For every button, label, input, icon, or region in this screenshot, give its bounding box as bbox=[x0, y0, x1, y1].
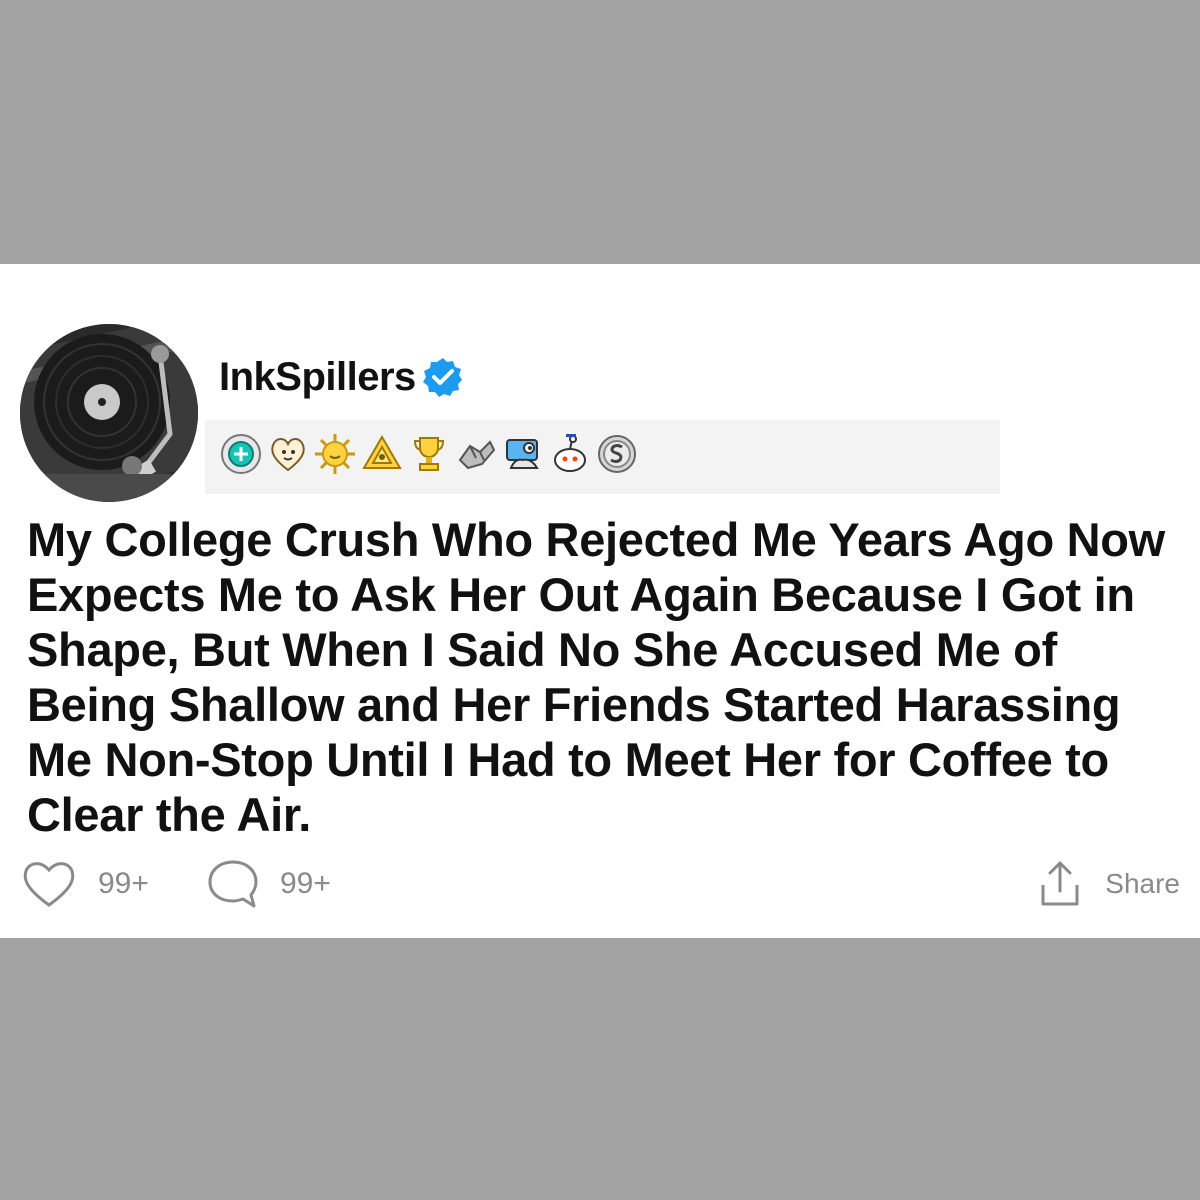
like-count: 99+ bbox=[98, 867, 149, 900]
trophy-award-icon[interactable] bbox=[407, 432, 451, 476]
heart-icon bbox=[23, 862, 75, 907]
post-card: InkSpillers My College Crush Who Rejecte… bbox=[0, 264, 1200, 938]
awards-list bbox=[219, 432, 639, 476]
username[interactable]: InkSpillers bbox=[219, 355, 416, 400]
share-icon bbox=[1041, 861, 1079, 906]
respect-award-icon[interactable] bbox=[454, 432, 498, 476]
avatar[interactable] bbox=[20, 324, 198, 502]
awards-strip bbox=[205, 420, 1000, 494]
share-label: Share bbox=[1105, 868, 1180, 899]
helpful-award-icon[interactable] bbox=[219, 432, 263, 476]
pigeon-award-icon[interactable] bbox=[501, 432, 545, 476]
username-row: InkSpillers bbox=[219, 352, 464, 402]
comment-bubble-icon bbox=[208, 860, 258, 908]
snoo-award-icon[interactable] bbox=[548, 432, 592, 476]
sun-award-icon[interactable] bbox=[313, 432, 357, 476]
verified-badge-icon bbox=[422, 356, 464, 398]
share-button[interactable]: Share bbox=[1037, 856, 1180, 912]
silver-coin-award-icon[interactable] bbox=[595, 432, 639, 476]
action-bar: 99+ 99+ Share bbox=[20, 856, 1180, 912]
wholesome-heart-award-icon[interactable] bbox=[266, 432, 310, 476]
turntable-image bbox=[20, 324, 198, 502]
triangle-award-icon[interactable] bbox=[360, 432, 404, 476]
like-button[interactable]: 99+ bbox=[20, 856, 149, 912]
post-title[interactable]: My College Crush Who Rejected Me Years A… bbox=[27, 512, 1187, 842]
comment-count: 99+ bbox=[280, 867, 331, 900]
comment-button[interactable]: 99+ bbox=[206, 856, 331, 912]
page: InkSpillers My College Crush Who Rejecte… bbox=[0, 0, 1200, 1200]
